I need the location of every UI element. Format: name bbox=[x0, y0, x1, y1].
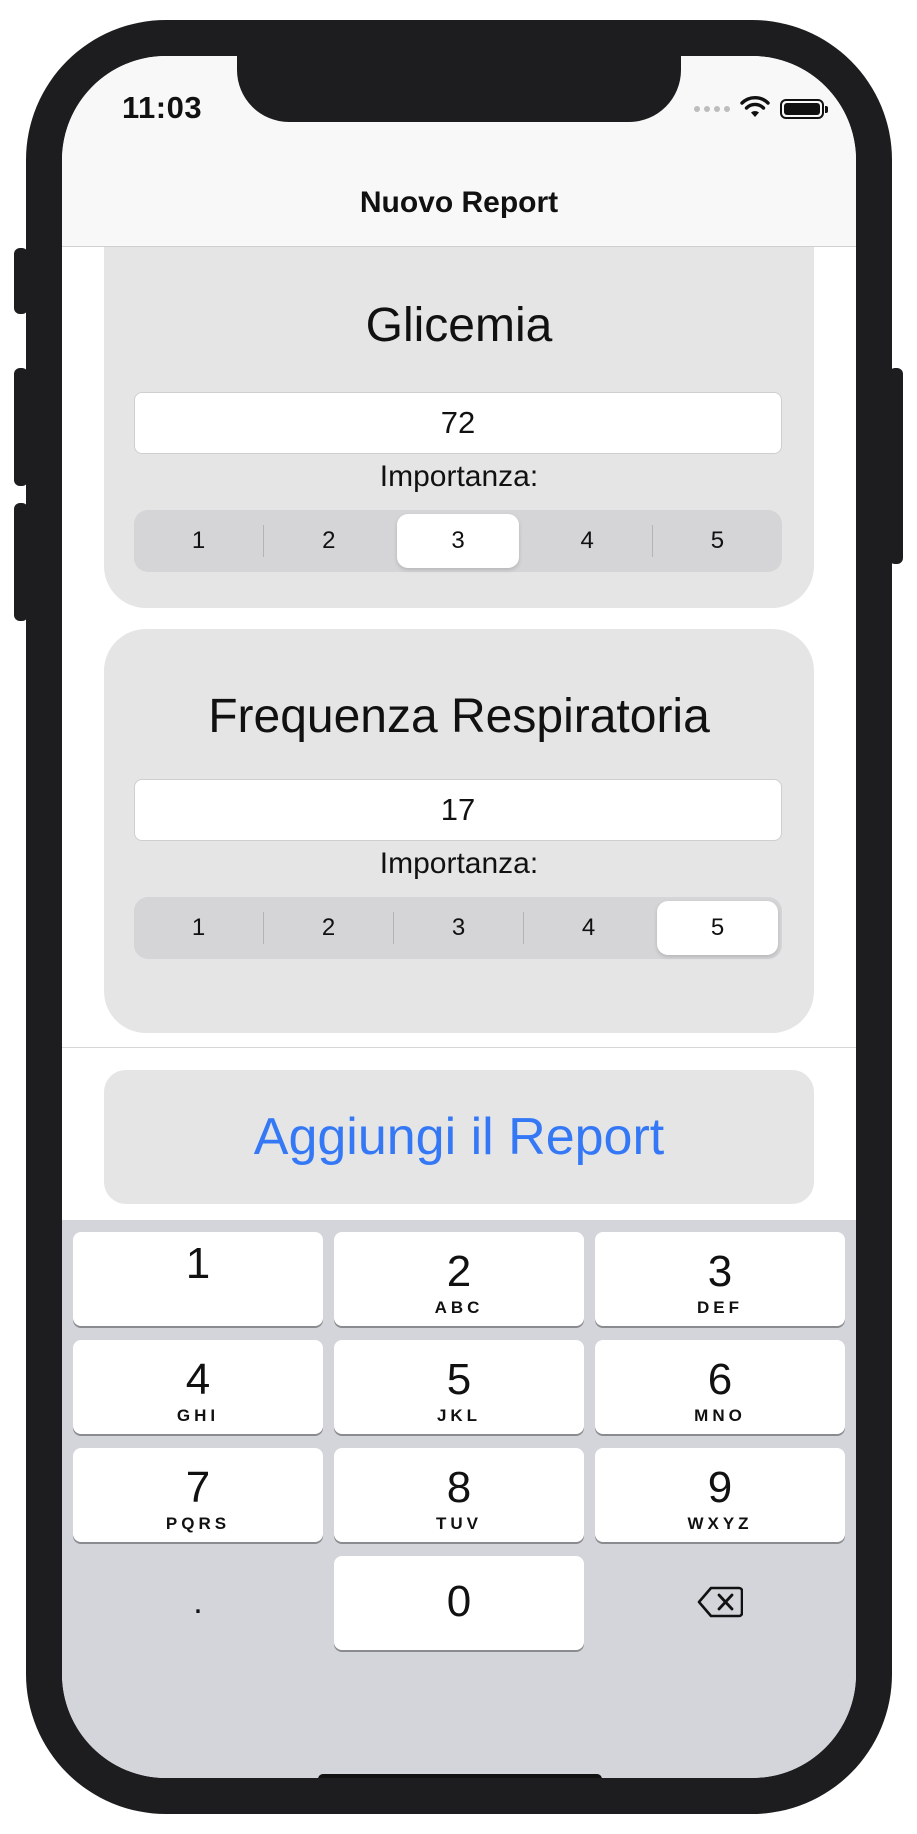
battery-icon bbox=[780, 99, 828, 119]
key-delete[interactable] bbox=[595, 1556, 845, 1650]
key-7[interactable]: 7 PQRS bbox=[73, 1448, 323, 1542]
key-letters: JKL bbox=[436, 1406, 482, 1425]
key-2[interactable]: 2 ABC bbox=[334, 1232, 584, 1326]
backspace-icon bbox=[595, 1556, 845, 1623]
segment-2[interactable]: 2 bbox=[268, 901, 389, 955]
glicemia-value-field[interactable]: 72 bbox=[134, 392, 782, 454]
notch bbox=[237, 56, 681, 122]
key-digit: 8 bbox=[446, 1463, 472, 1512]
home-indicator[interactable] bbox=[318, 1774, 602, 1778]
key-letters: MNO bbox=[694, 1406, 746, 1425]
segment-5-selected[interactable]: 5 bbox=[657, 901, 778, 955]
segment-1[interactable]: 1 bbox=[138, 901, 259, 955]
status-icons bbox=[694, 94, 828, 124]
key-9[interactable]: 9 WXYZ bbox=[595, 1448, 845, 1542]
glicemia-importance-label: Importanza: bbox=[379, 460, 539, 493]
segment-4[interactable]: 4 bbox=[528, 901, 649, 955]
key-letters: PQRS bbox=[165, 1514, 231, 1533]
segment-2[interactable]: 2 bbox=[268, 514, 389, 568]
segment-4[interactable]: 4 bbox=[527, 514, 648, 568]
key-4[interactable]: 4 GHI bbox=[73, 1340, 323, 1434]
segment-1[interactable]: 1 bbox=[138, 514, 259, 568]
add-report-button[interactable]: Aggiungi il Report bbox=[104, 1070, 814, 1204]
page-title: Nuovo Report bbox=[359, 186, 559, 219]
segment-divider bbox=[263, 912, 264, 944]
cellular-signal-icon bbox=[694, 106, 730, 112]
glicemia-title: Glicemia bbox=[365, 299, 553, 352]
phone-frame: Nuovo Report 11:03 Glicemia 72 Importanz… bbox=[26, 20, 892, 1814]
segment-3[interactable]: 3 bbox=[398, 901, 519, 955]
key-5[interactable]: 5 JKL bbox=[334, 1340, 584, 1434]
key-digit: . bbox=[193, 1583, 203, 1621]
wifi-icon bbox=[740, 95, 770, 124]
key-digit: 9 bbox=[707, 1463, 733, 1512]
key-letters: DEF bbox=[697, 1298, 743, 1317]
key-digit: 0 bbox=[446, 1577, 472, 1626]
key-digit: 5 bbox=[446, 1355, 472, 1404]
key-0[interactable]: 0 bbox=[334, 1556, 584, 1650]
frequenza-importance-control[interactable]: 1 2 3 4 5 bbox=[134, 897, 782, 959]
key-letters: TUV bbox=[436, 1514, 482, 1533]
key-digit: 7 bbox=[185, 1463, 211, 1512]
key-digit: 1 bbox=[185, 1239, 211, 1288]
key-digit: 3 bbox=[707, 1247, 733, 1296]
frequenza-card: Frequenza Respiratoria 17 Importanza: 1 … bbox=[104, 629, 814, 1033]
frequenza-title: Frequenza Respiratoria bbox=[208, 690, 710, 743]
key-digit: 6 bbox=[707, 1355, 733, 1404]
screen: Nuovo Report 11:03 Glicemia 72 Importanz… bbox=[62, 56, 856, 1778]
key-3[interactable]: 3 DEF bbox=[595, 1232, 845, 1326]
frequenza-importance-label: Importanza: bbox=[379, 847, 539, 880]
key-letters: WXYZ bbox=[687, 1514, 753, 1533]
numeric-keyboard: 1 2 ABC 3 DEF 4 GHI 5 JKL 6 MNO 7 PQRS 8… bbox=[62, 1220, 856, 1778]
segment-divider bbox=[651, 525, 653, 557]
key-letters: ABC bbox=[434, 1298, 484, 1317]
key-8[interactable]: 8 TUV bbox=[334, 1448, 584, 1542]
segment-divider bbox=[263, 525, 265, 557]
glicemia-importance-control[interactable]: 1 2 3 4 5 bbox=[134, 510, 782, 572]
segment-3-selected[interactable]: 3 bbox=[397, 514, 519, 568]
key-6[interactable]: 6 MNO bbox=[595, 1340, 845, 1434]
key-digit: 2 bbox=[446, 1247, 472, 1296]
key-decimal[interactable]: . bbox=[73, 1556, 323, 1650]
segment-5[interactable]: 5 bbox=[657, 514, 778, 568]
segment-divider bbox=[523, 912, 524, 944]
frequenza-value-field[interactable]: 17 bbox=[134, 779, 782, 841]
section-divider bbox=[62, 1047, 856, 1048]
key-1[interactable]: 1 bbox=[73, 1232, 323, 1326]
status-time: 11:03 bbox=[122, 90, 203, 125]
segment-divider bbox=[393, 912, 394, 944]
key-letters: GHI bbox=[176, 1406, 220, 1425]
key-digit: 4 bbox=[185, 1355, 211, 1404]
